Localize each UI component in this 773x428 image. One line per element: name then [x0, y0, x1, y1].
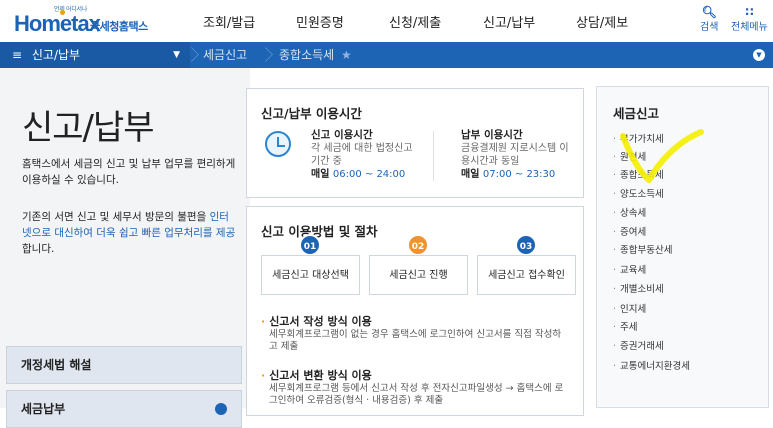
tax-law-button[interactable]: 개정세법 해설	[6, 346, 242, 384]
section-label: 신고/납부	[31, 48, 81, 62]
breadcrumb-income-tax[interactable]: 종합소득세	[279, 42, 334, 68]
chevron-icon	[215, 403, 227, 415]
all-menu-label: 전체메뉴	[731, 22, 768, 33]
nav-inquiry[interactable]: 조회/발급	[203, 12, 255, 31]
breadcrumb-bar: ≡ 신고/납부 ▼ 세금신고 종합소득세 ★ ▼	[0, 42, 773, 68]
tax-menu-title: 세금신고	[613, 106, 660, 121]
section-dropdown[interactable]: ≡ 신고/납부 ▼	[0, 42, 190, 68]
tax-menu-item[interactable]: 종합소득세	[613, 167, 664, 181]
clock-icon	[265, 131, 291, 157]
nav-filing[interactable]: 신고/납부	[483, 12, 535, 31]
breadcrumb-separator-icon	[258, 45, 272, 65]
logo-wordmark: Hometax	[14, 11, 101, 36]
tax-menu-item[interactable]: 증권거래세	[613, 338, 664, 352]
all-menu-button[interactable]: ∷ 전체메뉴	[731, 6, 768, 33]
page-title: 신고/납부	[22, 108, 155, 148]
favorite-star-icon[interactable]: ★	[341, 42, 352, 68]
top-header: 언제 어디서나 Hometax 국세청홈택스 조회/발급 민원증명 신청/제출 …	[0, 0, 773, 42]
hometax-logo[interactable]: 언제 어디서나 Hometax 국세청홈택스	[14, 4, 164, 38]
tax-menu-item[interactable]: 상속세	[613, 205, 646, 219]
expand-icon[interactable]: ▼	[753, 49, 765, 61]
step-number-badge: 03	[515, 234, 537, 256]
tax-menu-item[interactable]: 양도소득세	[613, 186, 664, 200]
tax-menu-item[interactable]: 원천세	[613, 149, 646, 163]
hours-card: 신고/납부 이용시간 신고 이용시간 각 세금에 대한 법정신고 기간 중 매일…	[246, 88, 584, 198]
step-number-badge: 02	[407, 234, 429, 256]
caret-down-icon: ▼	[173, 50, 180, 60]
breadcrumb-tax-filing[interactable]: 세금신고	[203, 42, 247, 68]
tax-menu-item[interactable]: 주세	[613, 319, 637, 333]
step-receipt-confirm[interactable]: 세금신고 접수확인	[477, 255, 576, 295]
tax-menu-item[interactable]: 개별소비세	[613, 281, 664, 295]
tax-payment-button[interactable]: 세금납부	[6, 390, 242, 428]
step-select-target[interactable]: 세금신고 대상선택	[261, 255, 360, 295]
step-in-progress[interactable]: 세금신고 진행	[369, 255, 468, 295]
nav-certificate[interactable]: 민원증명	[296, 12, 344, 31]
method-convert-desc: 세무회계프로그램 등에서 신고서 작성 후 전자신고파일생성 → 홈택스에 로그…	[269, 383, 564, 406]
step-number-badge: 01	[299, 234, 321, 256]
tax-menu-item[interactable]: 교육세	[613, 262, 646, 276]
tax-menu-item[interactable]: 종합부동산세	[613, 242, 672, 256]
procedure-card: 신고 이용방법 및 절차 01 세금신고 대상선택 02 세금신고 진행 03 …	[246, 206, 584, 416]
procedure-title: 신고 이용방법 및 절차	[261, 224, 378, 239]
grid-icon: ∷	[745, 5, 754, 19]
method-convert-title: 신고서 변환 방식 이용	[261, 367, 372, 383]
method-write-desc: 세무회계프로그램이 없는 경우 홈택스에 로그인하여 신고서를 직접 작성하고 …	[269, 329, 562, 352]
tax-menu-item[interactable]: 증여세	[613, 224, 646, 238]
tax-menu-item[interactable]: 부가가치세	[613, 131, 664, 145]
tax-menu-item[interactable]: 교통에너지환경세	[613, 358, 690, 372]
intro-text-2: 기존의 서면 신고 및 세무서 방문의 불편을 인터넷으로 대신하여 더욱 쉽고…	[22, 211, 236, 255]
nav-application[interactable]: 신청/제출	[389, 12, 441, 31]
payment-hours: 납부 이용시간 금융결제원 지로시스템 이용시간과 동일 매일 07:00 ~ …	[461, 129, 569, 180]
hours-title: 신고/납부 이용시간	[261, 106, 362, 121]
method-write-title: 신고서 작성 방식 이용	[261, 313, 372, 329]
intro-text: 홈택스에서 세금의 신고 및 납부 업무를 편리하게 이용하실 수 있습니다.	[22, 158, 236, 186]
filing-hours: 신고 이용시간 각 세금에 대한 법정신고 기간 중 매일 06:00 ~ 24…	[311, 129, 413, 180]
logo-korean: 국세청홈택스	[90, 20, 148, 33]
hamburger-icon: ≡	[12, 48, 23, 62]
search-label: 검색	[700, 22, 719, 33]
search-icon: 🔍︎	[701, 5, 717, 19]
tax-menu-item[interactable]: 인지세	[613, 301, 646, 315]
breadcrumb-separator-icon	[184, 45, 198, 65]
divider	[433, 131, 434, 181]
nav-consult[interactable]: 상담/제보	[576, 12, 628, 31]
search-button[interactable]: 🔍︎ 검색	[700, 6, 718, 33]
tax-menu-panel: 세금신고 부가가치세 원천세 종합소득세 양도소득세 상속세 증여세 종합부동산…	[596, 86, 769, 408]
